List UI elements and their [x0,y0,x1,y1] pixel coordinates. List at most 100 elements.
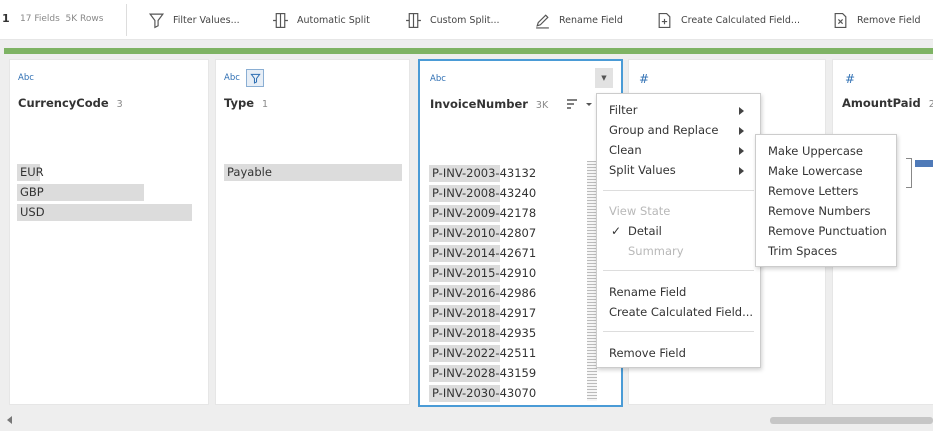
create-calculated-field-button[interactable]: Create Calculated Field... [656,0,800,40]
menu-item-split-values[interactable]: Split Values [609,163,676,177]
scroll-left-icon[interactable] [7,416,12,424]
toolbar-divider [126,4,127,36]
submenu-arrow-icon [739,127,744,135]
value-label: P-INV-2018-42917 [432,306,537,320]
value-label: P-INV-2022-42511 [432,346,537,360]
number-type-icon: # [845,72,856,86]
field-name[interactable]: CurrencyCode 3 [18,96,123,110]
rename-field-label: Rename Field [559,14,623,26]
value-label: P-INV-2014-42671 [432,246,537,260]
distinct-count: 2K [928,99,933,110]
row-count: 5K Rows [65,14,104,24]
menu-heading-view-state: View State [609,204,671,218]
field-card-currencycode[interactable]: Abc CurrencyCode 3 EUR GBP USD [9,59,209,405]
filter-applied-icon[interactable] [246,69,264,87]
rename-field-button[interactable]: Rename Field [534,0,623,40]
value-label: P-INV-2009-42178 [432,206,537,220]
menu-item-group-replace[interactable]: Group and Replace [609,123,718,137]
menu-item-create-calculated-field[interactable]: Create Calculated Field... [609,305,753,319]
menu-item-rename-field[interactable]: Rename Field [609,285,686,299]
value-row[interactable]: GBP [10,182,208,202]
submenu-arrow-icon [739,167,744,175]
field-name-label: Type [224,96,255,110]
split-icon [273,12,288,28]
value-list: Payable [216,162,409,182]
value-row[interactable]: EUR [10,162,208,182]
value-label: P-INV-2015-42910 [432,266,537,280]
remove-field-button[interactable]: Remove Field [832,0,921,40]
value-label: Payable [227,165,272,179]
custom-split-icon [406,12,421,28]
step-color-bar [4,48,933,54]
menu-item-summary[interactable]: Summary [628,244,684,258]
custom-split-label: Custom Split... [430,14,500,26]
field-count: 17 Fields [20,14,60,24]
chevron-down-icon: ▼ [601,74,607,82]
value-label: P-INV-2008-43240 [432,186,537,200]
value-label: P-INV-2010-42807 [432,226,537,240]
menu-separator [603,190,754,191]
histogram-bar[interactable] [915,160,933,167]
string-type-icon: Abc [18,73,34,83]
value-list: EUR GBP USD [10,162,208,222]
menu-item-remove-field[interactable]: Remove Field [609,346,686,360]
field-card-type[interactable]: Abc Type 1 Payable [215,59,410,405]
field-name[interactable]: Type 1 [224,96,268,110]
more-options-button[interactable]: ▼ [595,68,613,88]
submenu-item-make-lowercase[interactable]: Make Lowercase [768,164,863,178]
string-type-icon: Abc [224,73,240,83]
value-label: P-INV-2016-42986 [432,286,537,300]
value-label: P-INV-2003-43132 [432,166,537,180]
field-name[interactable]: InvoiceNumber 3K [430,97,548,111]
field-name-label: CurrencyCode [18,96,109,110]
submenu-arrow-icon [739,107,744,115]
menu-item-clean[interactable]: Clean [609,143,642,157]
remove-icon [834,12,847,28]
custom-split-button[interactable]: Custom Split... [405,0,500,40]
sort-icon[interactable] [566,97,594,113]
value-label: P-INV-2018-42935 [432,326,537,340]
field-name-label: InvoiceNumber [430,97,528,111]
menu-item-detail[interactable]: Detail [628,224,662,238]
value-row[interactable]: Payable [216,162,409,182]
menu-item-filter[interactable]: Filter [609,103,637,117]
filter-values-button[interactable]: Filter Values... [148,0,240,40]
submenu-item-trim-spaces[interactable]: Trim Spaces [768,244,837,258]
histogram-axis [906,158,912,188]
submenu-item-remove-letters[interactable]: Remove Letters [768,184,858,198]
field-context-menu: Filter Group and Replace Clean Split Val… [596,93,761,368]
value-label: P-INV-2030-43070 [432,386,537,400]
checkmark-icon: ✓ [611,224,622,238]
field-name[interactable]: AmountPaid 2K [842,96,933,110]
value-label: GBP [20,185,44,199]
value-row[interactable]: USD [10,202,208,222]
calculated-field-icon [658,12,671,28]
submenu-item-remove-numbers[interactable]: Remove Numbers [768,204,871,218]
remove-field-label: Remove Field [857,14,921,26]
rename-icon [536,13,549,29]
field-card-invoicenumber[interactable]: Abc ▼ InvoiceNumber 3K P-INV-2003-43132 P-… [418,59,623,407]
create-calculated-field-label: Create Calculated Field... [681,14,800,26]
filter-values-label: Filter Values... [173,14,240,26]
number-type-icon: # [639,72,650,86]
distinct-count: 1 [262,99,269,110]
automatic-split-button[interactable]: Automatic Split [272,0,370,40]
scrollbar-thumb[interactable] [770,417,933,424]
submenu-item-remove-punctuation[interactable]: Remove Punctuation [768,224,887,238]
field-name-label: AmountPaid [842,96,921,110]
submenu-item-make-uppercase[interactable]: Make Uppercase [768,144,863,158]
string-type-icon: Abc [430,74,446,84]
submenu-arrow-icon [739,147,744,155]
distinct-count: 3 [116,99,123,110]
filter-icon [148,13,165,28]
automatic-split-label: Automatic Split [297,14,370,26]
step-number: 1 [2,12,10,25]
value-label: EUR [20,165,44,179]
clean-submenu: Make Uppercase Make Lowercase Remove Let… [755,134,897,267]
value-label: USD [20,205,45,219]
horizontal-scrollbar[interactable] [0,412,933,426]
menu-separator [603,331,754,332]
menu-separator [603,270,754,271]
toolbar: 1 17 Fields 5K Rows Filter Values... Aut… [0,0,933,40]
value-label: P-INV-2028-43159 [432,366,537,380]
